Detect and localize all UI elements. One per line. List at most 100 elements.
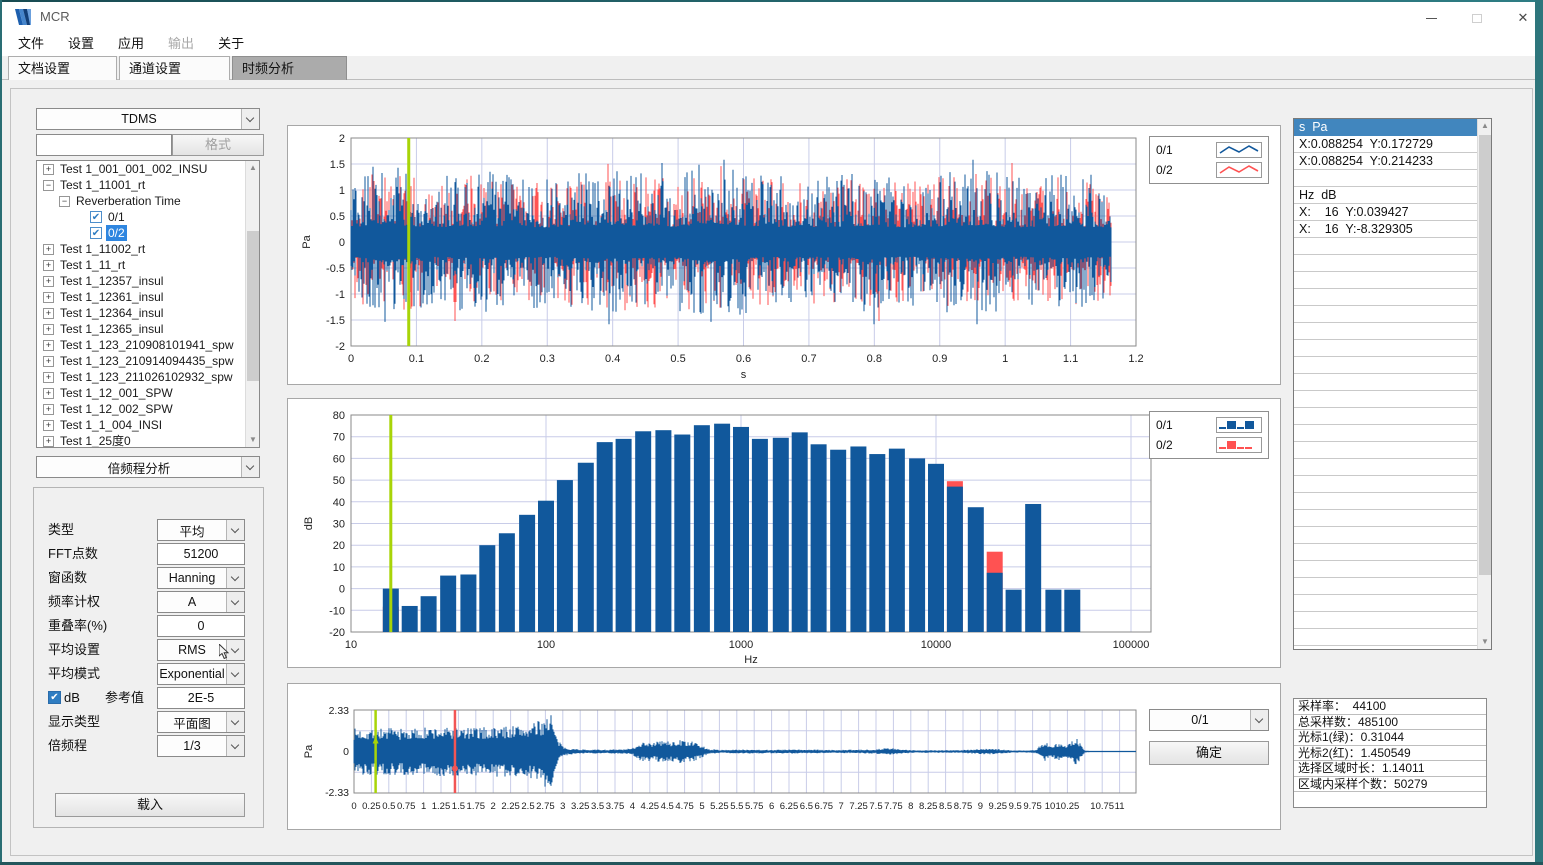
field-input-重叠率(%)[interactable]	[157, 615, 245, 637]
confirm-button[interactable]: 确定	[1149, 741, 1269, 765]
expand-plus-icon[interactable]: +	[43, 436, 54, 447]
tab-通道设置[interactable]: 通道设置	[119, 56, 230, 80]
tree-item[interactable]: +Test 1_123_211026102932_spw	[37, 369, 259, 385]
tree-item[interactable]: −Reverberation Time	[37, 193, 259, 209]
readout-row[interactable]	[1294, 510, 1491, 527]
load-button[interactable]: 载入	[55, 793, 245, 817]
tree-item[interactable]: +Test 1_123_210914094435_spw	[37, 353, 259, 369]
readout-row[interactable]	[1294, 340, 1491, 357]
readout-row[interactable]	[1294, 578, 1491, 595]
filter-input[interactable]	[36, 134, 172, 156]
scroll-thumb[interactable]	[247, 231, 259, 381]
menu-item-设置[interactable]: 设置	[56, 32, 106, 56]
scroll-thumb[interactable]	[1479, 135, 1491, 575]
menu-item-输出[interactable]: 输出	[156, 32, 206, 56]
expand-plus-icon[interactable]: +	[43, 292, 54, 303]
expand-plus-icon[interactable]: +	[43, 324, 54, 335]
tree-item[interactable]: +Test 1_12361_insul	[37, 289, 259, 305]
channel-select[interactable]: 0/1	[1149, 709, 1269, 731]
analysis-type-select[interactable]: 倍频程分析	[36, 456, 260, 478]
readout-row[interactable]	[1294, 561, 1491, 578]
readout-row[interactable]	[1294, 493, 1491, 510]
expand-plus-icon[interactable]: +	[43, 308, 54, 319]
readout-row[interactable]	[1294, 272, 1491, 289]
expand-plus-icon[interactable]: +	[43, 420, 54, 431]
time-waveform-chart[interactable]: 21.510.50-0.5-1-1.5-200.10.20.30.40.50.6…	[288, 126, 1280, 384]
db-checkbox[interactable]: ✔	[48, 691, 61, 704]
expand-plus-icon[interactable]: +	[43, 164, 54, 175]
maximize-button[interactable]	[1462, 4, 1492, 32]
readout-row[interactable]: Hz dB	[1294, 187, 1491, 204]
tree-item[interactable]: +Test 1_11002_rt	[37, 241, 259, 257]
readout-row[interactable]: X: 16 Y:0.039427	[1294, 204, 1491, 221]
readout-row[interactable]	[1294, 595, 1491, 612]
readout-row[interactable]	[1294, 408, 1491, 425]
tree-item[interactable]: ✔0/1	[37, 209, 259, 225]
readout-row[interactable]	[1294, 425, 1491, 442]
readout-row[interactable]	[1294, 323, 1491, 340]
list-scrollbar[interactable]: ▲ ▼	[1477, 119, 1491, 649]
minimize-button[interactable]	[1416, 4, 1446, 32]
readout-row[interactable]	[1294, 374, 1491, 391]
field-select-平均模式[interactable]: Exponential	[157, 663, 245, 685]
tree-item[interactable]: ✔0/2	[37, 225, 259, 241]
collapse-minus-icon[interactable]: −	[43, 180, 54, 191]
reference-value-input[interactable]	[157, 687, 245, 709]
readout-row[interactable]	[1294, 629, 1491, 646]
tab-文档设置[interactable]: 文档设置	[8, 56, 117, 80]
readout-row[interactable]: X: 16 Y:-8.329305	[1294, 221, 1491, 238]
expand-plus-icon[interactable]: +	[43, 356, 54, 367]
field-select-窗函数[interactable]: Hanning	[157, 567, 245, 589]
readout-row[interactable]	[1294, 442, 1491, 459]
readout-row[interactable]	[1294, 357, 1491, 374]
readout-row[interactable]: X:0.088254 Y:0.172729	[1294, 136, 1491, 153]
expand-plus-icon[interactable]: +	[43, 388, 54, 399]
tree-item[interactable]: +Test 1_12364_insul	[37, 305, 259, 321]
field-select-平均设置[interactable]: RMS	[157, 639, 245, 661]
readout-row[interactable]	[1294, 170, 1491, 187]
readout-header-row[interactable]: s Pa	[1294, 119, 1491, 136]
expand-plus-icon[interactable]: +	[43, 260, 54, 271]
readout-row[interactable]	[1294, 306, 1491, 323]
tree-item[interactable]: +Test 1_12357_insul	[37, 273, 259, 289]
readout-row[interactable]	[1294, 544, 1491, 561]
field-select-频率计权[interactable]: A	[157, 591, 245, 613]
readout-row[interactable]	[1294, 391, 1491, 408]
readout-row[interactable]: X:0.088254 Y:0.214233	[1294, 153, 1491, 170]
readout-row[interactable]	[1294, 459, 1491, 476]
readout-row[interactable]	[1294, 612, 1491, 629]
tree-item[interactable]: +Test 1_11_rt	[37, 257, 259, 273]
readout-row[interactable]	[1294, 289, 1491, 306]
menu-item-应用[interactable]: 应用	[106, 32, 156, 56]
readout-row[interactable]	[1294, 255, 1491, 272]
full-waveform-chart[interactable]: 2.330-2.3300.250.50.7511.251.51.7522.252…	[288, 684, 1280, 829]
readout-row[interactable]	[1294, 527, 1491, 544]
readout-row[interactable]	[1294, 476, 1491, 493]
collapse-minus-icon[interactable]: −	[59, 196, 70, 207]
tree-item[interactable]: +Test 1_123_210908101941_spw	[37, 337, 259, 353]
checkbox[interactable]: ✔	[90, 211, 102, 223]
tree-item[interactable]: +Test 1_1_004_INSI	[37, 417, 259, 433]
format-button[interactable]: 格式	[172, 134, 264, 156]
field-select-显示类型[interactable]: 平面图	[157, 711, 245, 733]
expand-plus-icon[interactable]: +	[43, 244, 54, 255]
expand-plus-icon[interactable]: +	[43, 404, 54, 415]
expand-plus-icon[interactable]: +	[43, 340, 54, 351]
menu-item-文件[interactable]: 文件	[6, 32, 56, 56]
readout-row[interactable]	[1294, 238, 1491, 255]
tab-时频分析[interactable]: 时频分析	[232, 56, 347, 80]
tree-item[interactable]: −Test 1_11001_rt	[37, 177, 259, 193]
octave-spectrum-chart[interactable]: 80706050403020100-10-2010100100010000100…	[288, 399, 1280, 667]
expand-plus-icon[interactable]: +	[43, 372, 54, 383]
close-button[interactable]: ✕	[1508, 4, 1538, 32]
menu-item-关于[interactable]: 关于	[206, 32, 256, 56]
field-select-类型[interactable]: 平均	[157, 519, 245, 541]
tree-item[interactable]: +Test 1_25度0	[37, 433, 259, 448]
tree-item[interactable]: +Test 1_12365_insul	[37, 321, 259, 337]
checkbox[interactable]: ✔	[90, 227, 102, 239]
file-format-select[interactable]: TDMS	[36, 108, 260, 130]
tree-item[interactable]: +Test 1_12_002_SPW	[37, 401, 259, 417]
field-input-FFT点数[interactable]	[157, 543, 245, 565]
field-select-倍频程[interactable]: 1/3	[157, 735, 245, 757]
tree-item[interactable]: +Test 1_12_001_SPW	[37, 385, 259, 401]
